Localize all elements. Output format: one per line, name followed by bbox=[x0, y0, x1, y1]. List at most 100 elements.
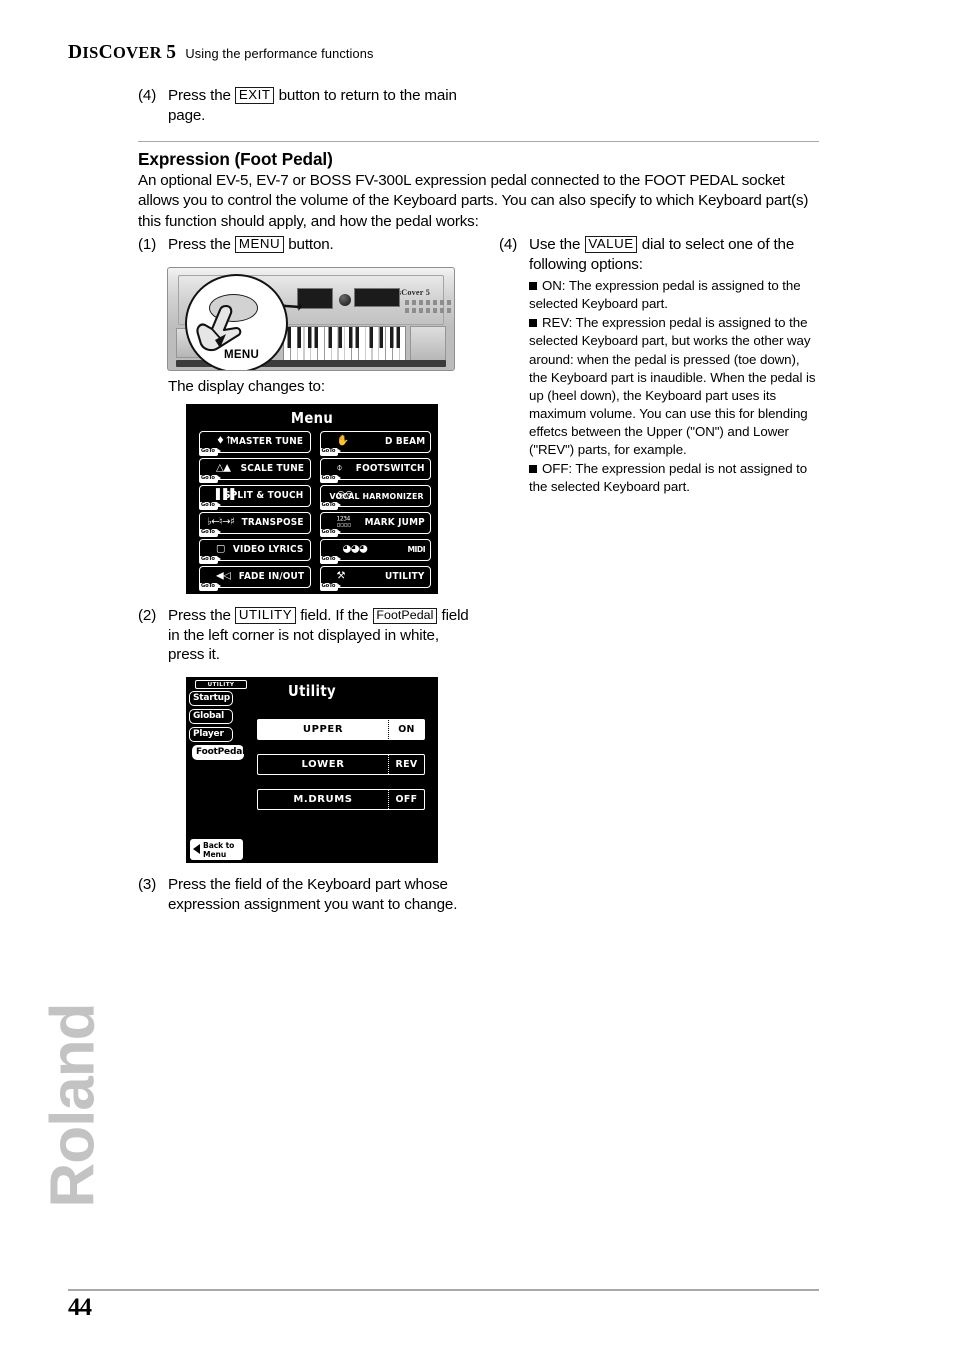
step-text-before: Press the bbox=[168, 236, 231, 253]
step-2-press-utility: (2) Press the UTILITY field. If the Foot… bbox=[138, 606, 478, 665]
page-number: 44 bbox=[68, 1294, 92, 1321]
keyboard-right-panel bbox=[410, 326, 446, 362]
utility-screen-figure: Utility UTILITY Startup Global Player Fo… bbox=[186, 677, 438, 863]
midi-connectors-icon: ◕◕◕ bbox=[342, 543, 368, 555]
part-value[interactable]: OFF bbox=[388, 790, 424, 809]
back-to-menu-button[interactable]: Back to Menu bbox=[190, 839, 243, 860]
menu-keycap[interactable]: MENU bbox=[235, 236, 284, 253]
back-to-menu-line1: Back to bbox=[203, 841, 235, 850]
utility-keycap[interactable]: UTILITY bbox=[235, 607, 296, 624]
goto-tag: GoTo bbox=[199, 474, 221, 483]
step-number: (1) bbox=[138, 236, 157, 253]
option-name: REV: bbox=[542, 315, 573, 331]
part-name: UPPER bbox=[302, 724, 344, 735]
keyboard-lcd-screen bbox=[297, 288, 333, 309]
display-changes-caption: The display changes to: bbox=[168, 378, 325, 395]
menu-item-label: FOOTSWITCH bbox=[355, 463, 425, 475]
monitor-icon: ▢ bbox=[216, 543, 225, 555]
footswitch-pedal-icon: ⌽ bbox=[336, 462, 343, 474]
menu-item-label: FADE IN/OUT bbox=[238, 571, 304, 583]
part-name: LOWER bbox=[301, 759, 345, 770]
keyboard-secondary-display bbox=[354, 288, 400, 307]
goto-tag: GoTo bbox=[199, 582, 221, 591]
option-off: OFF: The expression pedal is not assigne… bbox=[529, 460, 819, 496]
utility-tab-player[interactable]: Player bbox=[189, 727, 233, 742]
option-rev: REV: The expression pedal is assigned to… bbox=[529, 314, 819, 459]
section-title: Expression (Foot Pedal) bbox=[138, 149, 333, 169]
step-number: (4) bbox=[499, 236, 518, 253]
goto-tag: GoTo bbox=[319, 555, 342, 564]
menu-item-scale-tune[interactable]: △▲ SCALE TUNE GoTo bbox=[199, 458, 311, 483]
menu-item-mark-jump[interactable]: 1234 ▫▫▫▫ MARK JUMP GoTo bbox=[319, 512, 431, 537]
keyboard-instrument-photo: Roland DisCover 5 MENU bbox=[167, 267, 455, 371]
value-dial-knob bbox=[339, 294, 351, 306]
keyboard-photo-figure: Roland DisCover 5 MENU bbox=[167, 267, 455, 371]
menu-screen-figure: Menu ♦↑ MASTER TUNE GoTo ✋ D BEAM GoTo △… bbox=[186, 404, 438, 594]
menu-button-grid: ♦↑ MASTER TUNE GoTo ✋ D BEAM GoTo △▲ SCA… bbox=[199, 431, 431, 591]
goto-tag: GoTo bbox=[319, 582, 342, 591]
utility-tab-header: UTILITY bbox=[195, 680, 247, 689]
menu-item-vocal-harmonizer[interactable]: ◎◎ VOCAL HARMONIZER GoTo bbox=[319, 485, 431, 510]
value-keycap[interactable]: VALUE bbox=[584, 236, 638, 253]
step-text-before: Press the bbox=[168, 607, 231, 624]
step-text: Use the VALUE dial to select one of the … bbox=[529, 235, 819, 497]
menu-item-label: MASTER TUNE bbox=[230, 436, 304, 448]
utility-tab-global[interactable]: Global bbox=[189, 709, 233, 724]
option-description: The expression pedal is assigned to the … bbox=[529, 315, 816, 457]
part-value[interactable]: REV bbox=[388, 755, 424, 774]
step-text-before: Use the bbox=[529, 236, 581, 253]
back-arrow-icon bbox=[192, 844, 200, 854]
step-number: (4) bbox=[138, 87, 157, 104]
utility-row-mdrums[interactable]: M.DRUMS OFF bbox=[257, 789, 425, 810]
button-row-right-2 bbox=[405, 308, 451, 313]
utility-tab-startup[interactable]: Startup bbox=[189, 691, 233, 706]
menu-item-transpose[interactable]: ♭←♮→♯ TRANSPOSE GoTo bbox=[199, 512, 311, 537]
utility-tab-list: UTILITY Startup Global Player FootPedal bbox=[189, 680, 249, 763]
step-4-value-dial: (4) Use the VALUE dial to select one of … bbox=[499, 235, 819, 497]
footpedal-keycap[interactable]: FootPedal bbox=[372, 608, 437, 624]
step-3-press-part-field: (3) Press the field of the Keyboard part… bbox=[138, 875, 468, 914]
goto-tag: GoTo bbox=[199, 555, 221, 564]
goto-tag: GoTo bbox=[319, 474, 342, 483]
tools-icon: ⚒ bbox=[336, 570, 346, 582]
goto-tag: GoTo bbox=[319, 501, 342, 510]
menu-item-label: D BEAM bbox=[384, 436, 425, 448]
menu-item-video-lyrics[interactable]: ▢ VIDEO LYRICS GoTo bbox=[199, 539, 311, 564]
menu-item-split-and-touch[interactable]: ▌▌▌ SPLIT & TOUCH GoTo bbox=[199, 485, 311, 510]
hand-beam-icon: ✋ bbox=[336, 435, 349, 447]
part-value[interactable]: ON bbox=[388, 720, 424, 739]
menu-item-label: VOCAL HARMONIZER bbox=[329, 490, 424, 501]
menu-item-d-beam[interactable]: ✋ D BEAM GoTo bbox=[319, 431, 431, 456]
menu-item-midi[interactable]: ◕◕◕ MIDI GoTo bbox=[319, 539, 431, 564]
camel-icon: △▲ bbox=[216, 462, 231, 474]
button-row-right bbox=[405, 300, 451, 305]
step-text-before: Press the bbox=[168, 87, 231, 104]
step-text-after: button. bbox=[288, 236, 334, 253]
menu-item-master-tune[interactable]: ♦↑ MASTER TUNE GoTo bbox=[199, 431, 311, 456]
product-brand-mark: DISCOVER 5 bbox=[68, 42, 177, 63]
step-text: Press the field of the Keyboard part who… bbox=[168, 876, 458, 913]
menu-item-label: UTILITY bbox=[385, 571, 425, 583]
speaker-fade-icon: ◀◁ bbox=[216, 570, 231, 582]
goto-tag: GoTo bbox=[319, 528, 342, 537]
menu-item-label: SPLIT & TOUCH bbox=[224, 490, 304, 502]
menu-item-label: VIDEO LYRICS bbox=[232, 544, 304, 556]
goto-tag: GoTo bbox=[199, 501, 221, 510]
bullet-square-icon bbox=[529, 282, 537, 291]
utility-tab-footpedal[interactable]: FootPedal bbox=[192, 745, 245, 760]
back-to-menu-line2: Menu bbox=[203, 850, 227, 859]
menu-item-label: MIDI bbox=[407, 544, 426, 554]
goto-tag: GoTo bbox=[199, 447, 221, 456]
utility-row-upper[interactable]: UPPER ON bbox=[257, 719, 425, 740]
goto-tag: GoTo bbox=[199, 528, 221, 537]
step-text-mid: field. If the bbox=[300, 607, 369, 624]
option-description: The expression pedal is assigned to the … bbox=[529, 278, 801, 312]
menu-screen-title: Menu bbox=[290, 409, 334, 427]
menu-item-fade-in-out[interactable]: ◀◁ FADE IN/OUT GoTo bbox=[199, 566, 311, 591]
menu-item-utility[interactable]: ⚒ UTILITY GoTo bbox=[319, 566, 431, 591]
keyboard-black-keys bbox=[284, 327, 405, 348]
menu-item-footswitch[interactable]: ⌽ FOOTSWITCH GoTo bbox=[319, 458, 431, 483]
exit-keycap[interactable]: EXIT bbox=[235, 87, 275, 104]
keyboard-keys bbox=[283, 326, 406, 364]
utility-row-lower[interactable]: LOWER REV bbox=[257, 754, 425, 775]
